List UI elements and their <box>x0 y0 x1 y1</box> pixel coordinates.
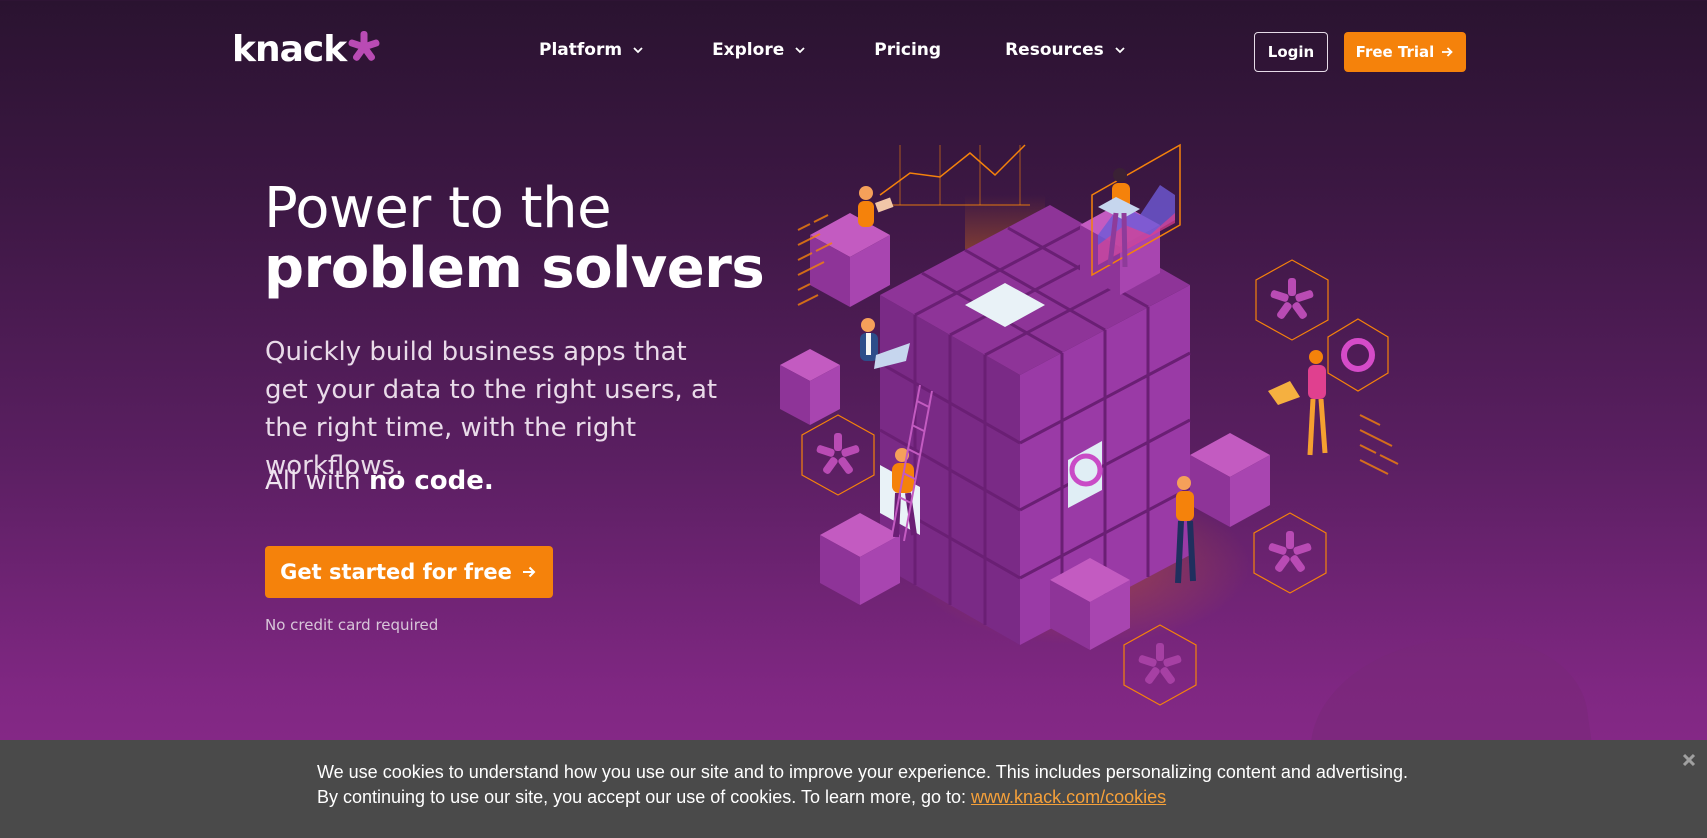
hero-nocode: All with no code. <box>265 466 494 496</box>
nav-platform[interactable]: Platform <box>539 40 644 60</box>
chevron-down-icon <box>795 47 805 54</box>
person-with-tablet <box>858 186 894 227</box>
small-block-left-mid <box>780 349 840 425</box>
hero-title-line2: problem solvers <box>264 236 765 301</box>
no-credit-card-note: No credit card required <box>265 616 439 634</box>
cookie-text: We use cookies to understand how you use… <box>317 760 1457 810</box>
arrow-right-icon <box>1442 47 1454 57</box>
cookie-line-1: We use cookies to understand how you use… <box>317 762 1408 782</box>
close-icon[interactable] <box>1679 750 1699 770</box>
asterisk-hex-icon <box>1253 512 1327 594</box>
nav-resources[interactable]: Resources <box>1005 40 1126 60</box>
cookie-line-2-text: By continuing to use our site, you accep… <box>317 787 972 807</box>
nav-platform-label: Platform <box>539 40 623 60</box>
free-trial-label: Free Trial <box>1355 43 1435 61</box>
nav-resources-label: Resources <box>1005 40 1104 60</box>
get-started-label: Get started for free <box>280 560 512 584</box>
hero-nocode-bold: no code. <box>368 466 494 496</box>
nav-pricing[interactable]: Pricing <box>874 40 941 60</box>
free-trial-button[interactable]: Free Trial <box>1344 32 1466 72</box>
asterisk-hex-icon <box>1255 259 1329 341</box>
arrow-right-icon <box>522 566 536 578</box>
login-button[interactable]: Login <box>1254 32 1328 72</box>
cookie-policy-link[interactable]: www.knack.com/cookies <box>971 787 1166 807</box>
hero-nocode-prefix: All with <box>265 466 369 496</box>
logo-wordmark: knack <box>232 29 347 70</box>
chevron-down-icon <box>633 47 643 54</box>
nav-explore-label: Explore <box>712 40 785 60</box>
nav-explore[interactable]: Explore <box>712 40 806 60</box>
person-holding-ring <box>1268 350 1328 456</box>
asterisk-logo-icon <box>348 31 380 61</box>
top-navigation: knack Platform Explore Pricing Resources <box>0 0 1707 104</box>
code-lines-graphic <box>1359 414 1399 475</box>
isometric-cube-illustration <box>780 143 1399 706</box>
cookie-banner: We use cookies to understand how you use… <box>0 740 1707 838</box>
small-block-top-left <box>810 213 890 307</box>
get-started-button[interactable]: Get started for free <box>265 546 553 598</box>
ring-hex-icon <box>1327 318 1389 392</box>
cookie-line-2: By continuing to use our site, you accep… <box>317 785 1457 810</box>
hero-title-line1: Power to the <box>264 176 612 241</box>
nav-pricing-label: Pricing <box>874 40 942 60</box>
asterisk-hex-icon <box>801 414 875 496</box>
knack-logo[interactable]: knack <box>232 29 381 70</box>
chevron-down-icon <box>1115 47 1125 54</box>
hero-subtitle: Quickly build business apps that get you… <box>265 337 718 481</box>
main-menu: Platform Explore Pricing Resources <box>539 40 1194 60</box>
close-x-glyph <box>1682 753 1696 767</box>
